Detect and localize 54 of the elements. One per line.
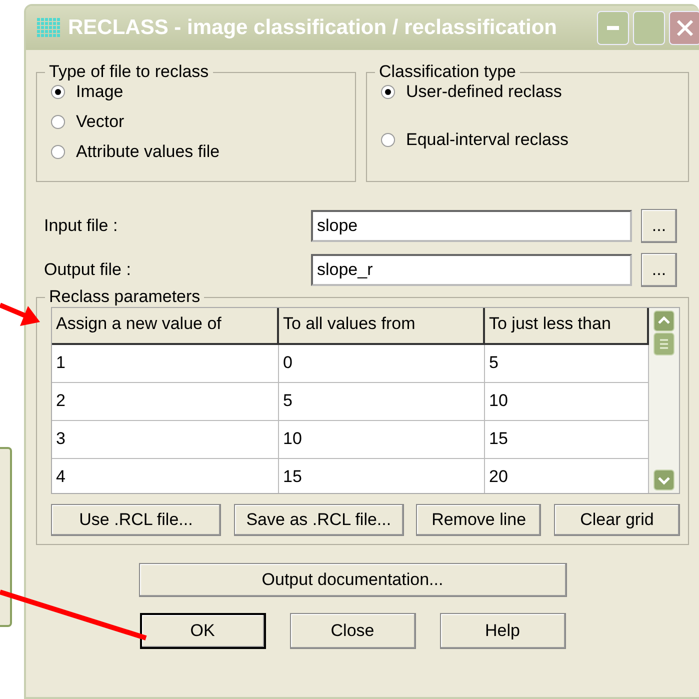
- group-label: Classification type: [378, 62, 518, 82]
- radio-button[interactable]: [51, 115, 65, 129]
- radio-label: Equal-interval reclass: [406, 130, 569, 150]
- radio-label: Vector: [76, 112, 124, 132]
- annotation-arrow: [0, 302, 40, 326]
- column-header[interactable]: Assign a new value of: [52, 308, 279, 343]
- group-label: Type of file to reclass: [48, 62, 210, 82]
- radio-button[interactable]: [51, 85, 65, 99]
- field-label: Output file :: [43, 260, 132, 280]
- radio-button[interactable]: [381, 85, 395, 99]
- radio-option[interactable]: Vector: [51, 112, 347, 132]
- radio-option[interactable]: Attribute values file: [51, 142, 347, 162]
- close-icon: [675, 18, 695, 38]
- table-cell[interactable]: 3: [52, 421, 279, 458]
- minimize-button[interactable]: [597, 11, 629, 45]
- dialog-button[interactable]: OK: [140, 613, 266, 649]
- scroll-up-button[interactable]: [653, 310, 675, 332]
- browse-button[interactable]: ...: [641, 209, 677, 243]
- group-label: Reclass parameters: [48, 287, 202, 307]
- window-title: RECLASS - image classification / reclassification: [68, 16, 558, 40]
- table-cell[interactable]: 0: [279, 345, 485, 382]
- table-cell[interactable]: 10: [279, 421, 485, 458]
- scroll-down-button[interactable]: [653, 469, 675, 491]
- close-button[interactable]: [669, 11, 699, 45]
- dialog-button[interactable]: Close: [290, 613, 416, 649]
- table-cell[interactable]: 5: [279, 383, 485, 420]
- grid-action-button[interactable]: Use .RCL file...: [51, 504, 221, 536]
- field-label: Input file :: [43, 216, 119, 236]
- table-cell[interactable]: 1: [52, 345, 279, 382]
- browse-button[interactable]: ...: [641, 253, 677, 287]
- table-cell[interactable]: 15: [279, 459, 485, 493]
- maximize-button[interactable]: [633, 11, 665, 45]
- dialog-button[interactable]: Help: [440, 613, 566, 649]
- scroll-thumb[interactable]: [653, 332, 675, 356]
- radio-label: Attribute values file: [76, 142, 220, 162]
- file-field[interactable]: slope: [311, 210, 632, 242]
- grid-action-button[interactable]: Remove line: [416, 504, 542, 536]
- grid-action-button[interactable]: Save as .RCL file...: [234, 504, 404, 536]
- table-cell[interactable]: 2: [52, 383, 279, 420]
- file-field[interactable]: slope_r: [311, 254, 632, 286]
- column-header[interactable]: To all values from: [279, 308, 485, 343]
- grid-icon: [36, 16, 62, 40]
- scrollbar[interactable]: [649, 308, 679, 493]
- minimize-icon: [607, 26, 619, 30]
- radio-option[interactable]: User-defined reclass: [381, 82, 680, 102]
- radio-button[interactable]: [381, 133, 395, 147]
- radio-label: Image: [76, 82, 124, 102]
- radio-button[interactable]: [51, 145, 65, 159]
- radio-label: User-defined reclass: [406, 82, 562, 102]
- radio-option[interactable]: Image: [51, 82, 347, 102]
- grid-action-button[interactable]: Clear grid: [554, 504, 680, 536]
- table-cell[interactable]: 4: [52, 459, 279, 493]
- radio-option[interactable]: Equal-interval reclass: [381, 130, 680, 150]
- output-documentation-button[interactable]: Output documentation...: [138, 563, 566, 597]
